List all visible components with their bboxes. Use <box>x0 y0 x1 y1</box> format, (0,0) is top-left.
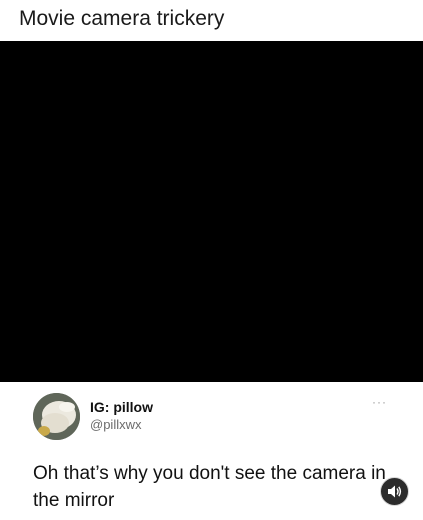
user-handle[interactable]: @pillxwx <box>90 417 141 432</box>
avatar-image <box>33 393 80 440</box>
tweet-text: Oh that’s why you don't see the camera i… <box>33 463 386 511</box>
avatar[interactable] <box>33 393 80 440</box>
video-player[interactable] <box>0 41 423 382</box>
sound-toggle-button[interactable] <box>380 477 409 506</box>
speaker-icon <box>388 485 402 498</box>
post-title: Movie camera trickery <box>19 7 225 30</box>
more-icon[interactable]: ··· <box>372 395 387 409</box>
tweet-card: IG: pillow @pillxwx ··· Oh that’s why yo… <box>0 382 423 520</box>
display-name[interactable]: IG: pillow <box>90 399 153 415</box>
